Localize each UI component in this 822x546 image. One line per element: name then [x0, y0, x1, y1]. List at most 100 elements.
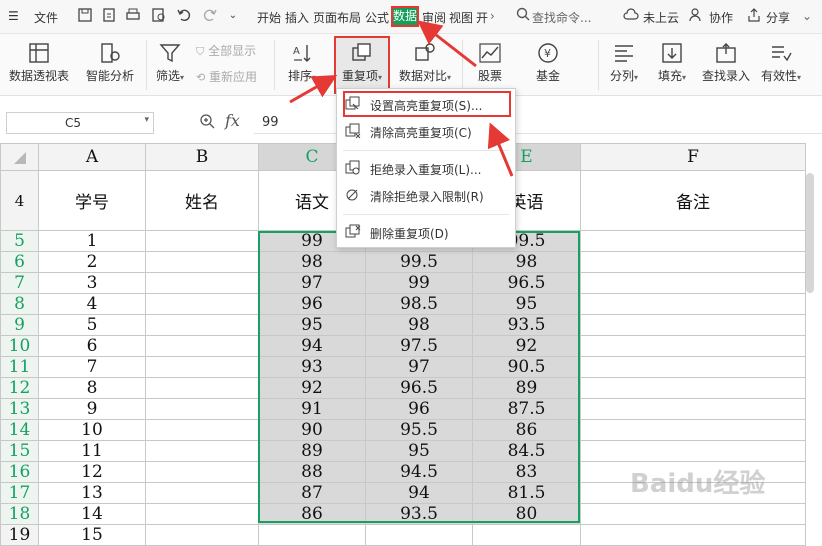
cell-name[interactable] — [145, 440, 259, 462]
cell-student-id[interactable]: 4 — [38, 293, 146, 315]
function-fx-button[interactable]: fx — [225, 111, 240, 130]
cell-name[interactable] — [145, 293, 259, 315]
cell-math-score[interactable]: 96.5 — [365, 377, 473, 399]
cell-math-score[interactable]: 94.5 — [365, 461, 473, 483]
smart-analysis-button[interactable]: 智能分析 — [82, 42, 138, 84]
cell-english-score[interactable]: 90.5 — [472, 356, 581, 378]
cell-english-score[interactable]: 92 — [472, 335, 581, 357]
column-header-a[interactable]: A — [38, 143, 146, 171]
cell-math-score[interactable]: 95 — [365, 440, 473, 462]
cell-chinese-score[interactable]: 93 — [258, 356, 366, 378]
row-header[interactable]: 9 — [0, 314, 39, 336]
search-command-input[interactable]: 查找命令... — [532, 9, 591, 26]
tab-formulas[interactable]: 公式 — [365, 9, 389, 26]
stock-button[interactable]: 股票 — [468, 42, 512, 84]
tab-view[interactable]: 视图 — [449, 9, 473, 26]
cell-chinese-score[interactable]: 89 — [258, 440, 366, 462]
cell-student-id[interactable]: 9 — [38, 398, 146, 420]
cell-chinese-score[interactable]: 94 — [258, 335, 366, 357]
header-cell-name[interactable]: 姓名 — [145, 170, 259, 231]
cell-notes[interactable] — [580, 503, 806, 525]
cell-student-id[interactable]: 1 — [38, 230, 146, 252]
cell-chinese-score[interactable]: 97 — [258, 272, 366, 294]
row-header[interactable]: 16 — [0, 461, 39, 483]
cell-student-id[interactable]: 6 — [38, 335, 146, 357]
cell-notes[interactable] — [580, 335, 806, 357]
hamburger-icon[interactable]: ☰ — [8, 9, 19, 23]
cell-name[interactable] — [145, 524, 259, 546]
cell-chinese-score[interactable]: 95 — [258, 314, 366, 336]
file-menu[interactable]: 文件 — [34, 9, 58, 26]
row-header[interactable]: 15 — [0, 440, 39, 462]
cell-student-id[interactable]: 5 — [38, 314, 146, 336]
cell-chinese-score[interactable]: 90 — [258, 419, 366, 441]
cell-student-id[interactable]: 14 — [38, 503, 146, 525]
cell-math-score[interactable]: 97 — [365, 356, 473, 378]
cell-notes[interactable] — [580, 314, 806, 336]
column-header-b[interactable]: B — [145, 143, 259, 171]
cell-name[interactable] — [145, 482, 259, 504]
menu-item-clear-reject-restriction[interactable]: 清除拒绝录入限制(R) — [337, 184, 515, 206]
header-cell-notes[interactable]: 备注 — [580, 170, 806, 231]
row-header-4[interactable]: 4 — [0, 170, 39, 231]
vertical-scrollbar-thumb[interactable] — [806, 173, 814, 293]
show-all-button[interactable]: ⛉ 全部显示 — [196, 42, 256, 59]
cell-name[interactable] — [145, 503, 259, 525]
tab-data[interactable]: 数据 — [391, 6, 419, 27]
row-header[interactable]: 5 — [0, 230, 39, 252]
print-icon[interactable] — [124, 7, 142, 25]
header-cell-student-id[interactable]: 学号 — [38, 170, 146, 231]
menu-item-delete-duplicates[interactable]: 删除重复项(D) — [337, 221, 515, 243]
export-pdf-icon[interactable] — [100, 7, 118, 25]
cell-notes[interactable] — [580, 524, 806, 546]
ribbon-options-chevron-icon[interactable]: ⌄ — [802, 9, 812, 23]
cell-student-id[interactable]: 12 — [38, 461, 146, 483]
sort-button[interactable]: A 排序▾ — [280, 42, 324, 84]
cell-chinese-score[interactable]: 88 — [258, 461, 366, 483]
column-header-f[interactable]: F — [580, 143, 806, 171]
name-box[interactable]: C5 ▾ — [6, 112, 154, 134]
row-header[interactable]: 17 — [0, 482, 39, 504]
split-columns-button[interactable]: 分列▾ — [604, 42, 644, 84]
cloud-status[interactable]: 未上云 — [643, 9, 679, 26]
cell-chinese-score[interactable]: 98 — [258, 251, 366, 273]
cell-english-score[interactable]: 93.5 — [472, 314, 581, 336]
cell-math-score[interactable] — [365, 524, 473, 546]
tabs-scroll-chevron-icon[interactable]: › — [490, 9, 495, 23]
fill-button[interactable]: 填充▾ — [652, 42, 692, 84]
row-header[interactable]: 14 — [0, 419, 39, 441]
redo-icon[interactable] — [201, 7, 219, 25]
cell-english-score[interactable]: 89 — [472, 377, 581, 399]
cell-student-id[interactable]: 7 — [38, 356, 146, 378]
cell-notes[interactable] — [580, 293, 806, 315]
cell-name[interactable] — [145, 314, 259, 336]
print-preview-icon[interactable] — [150, 7, 168, 25]
cell-student-id[interactable]: 13 — [38, 482, 146, 504]
row-header[interactable]: 13 — [0, 398, 39, 420]
cell-name[interactable] — [145, 398, 259, 420]
data-compare-button[interactable]: 数据对比▾ — [394, 42, 456, 84]
cell-math-score[interactable]: 98 — [365, 314, 473, 336]
cell-math-score[interactable]: 93.5 — [365, 503, 473, 525]
duplicates-button[interactable]: 重复项▾ — [336, 38, 388, 92]
tab-page-layout[interactable]: 页面布局 — [313, 9, 361, 26]
cell-name[interactable] — [145, 251, 259, 273]
menu-item-set-highlight-duplicates[interactable]: 设置高亮重复项(S)... — [337, 93, 515, 115]
cell-math-score[interactable]: 99 — [365, 272, 473, 294]
row-header[interactable]: 6 — [0, 251, 39, 273]
cell-english-score[interactable]: 86 — [472, 419, 581, 441]
select-all-corner[interactable] — [0, 143, 39, 171]
cell-chinese-score[interactable]: 91 — [258, 398, 366, 420]
tab-insert[interactable]: 插入 — [285, 9, 309, 26]
cell-math-score[interactable]: 96 — [365, 398, 473, 420]
row-header[interactable]: 8 — [0, 293, 39, 315]
more-chevron-icon[interactable]: ⌄ — [224, 7, 242, 25]
tab-home[interactable]: 开始 — [257, 9, 281, 26]
fund-button[interactable]: ¥ 基金 — [526, 42, 570, 84]
row-header[interactable]: 19 — [0, 524, 39, 546]
tab-review[interactable]: 审阅 — [422, 9, 446, 26]
cell-notes[interactable] — [580, 272, 806, 294]
cell-student-id[interactable]: 3 — [38, 272, 146, 294]
cell-chinese-score[interactable]: 86 — [258, 503, 366, 525]
cell-math-score[interactable]: 99.5 — [365, 251, 473, 273]
